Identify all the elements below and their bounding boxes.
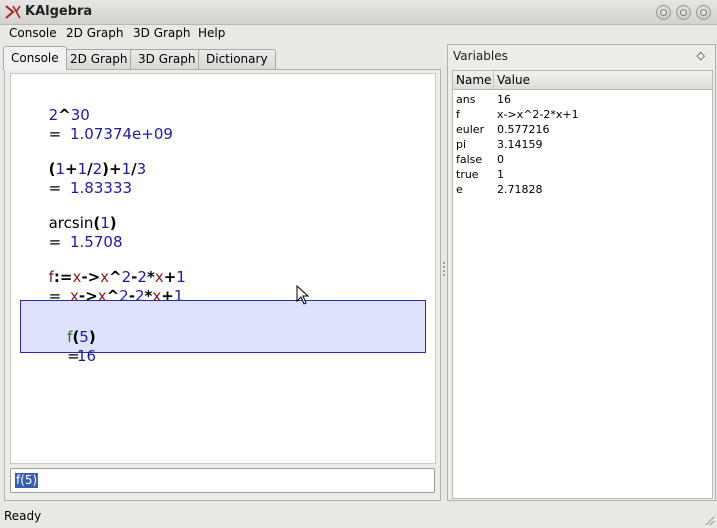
variables-table[interactable]: Name Value ans 16 f x->x^2-2*x+1 euler 0.57… [452, 70, 713, 499]
console-view[interactable]: 2^30 = 1.07374e+09 (1+1/2)+1/3 = 1.83333 a… [10, 73, 436, 464]
table-row[interactable]: f x->x^2-2*x+1 [453, 107, 712, 122]
mouse-cursor-icon [296, 285, 310, 305]
console-panel: 2^30 = 1.07374e+09 (1+1/2)+1/3 = 1.83333 a… [4, 69, 441, 501]
menu-3d-graph[interactable]: 3D Graph [133, 26, 191, 40]
expression-input[interactable]: f(5) [10, 468, 435, 493]
table-row[interactable]: true 1 [453, 167, 712, 182]
close-button[interactable] [696, 5, 711, 20]
tab-dictionary[interactable]: Dictionary [198, 49, 276, 69]
minimize-button[interactable] [656, 5, 671, 20]
maximize-button[interactable] [676, 5, 691, 20]
minimize-icon [660, 9, 667, 16]
menu-help[interactable]: Help [198, 26, 225, 40]
kalgebra-app-icon [5, 5, 21, 19]
table-row[interactable]: pi 3.14159 [453, 137, 712, 152]
title-bar[interactable]: KAlgebra [0, 0, 717, 25]
table-row[interactable]: e 2.71828 [453, 182, 712, 197]
window-title: KAlgebra [25, 4, 93, 19]
close-icon [700, 9, 707, 16]
variables-dock-title: Variables [453, 49, 508, 63]
expression-input-value: f(5) [15, 473, 39, 488]
maximize-icon [680, 9, 687, 16]
status-bar: Ready [0, 506, 717, 528]
menu-console[interactable]: Console [9, 26, 57, 40]
tab-2d-graph[interactable]: 2D Graph [62, 49, 136, 69]
menu-bar: Console 2D Graph 3D Graph Help [0, 25, 717, 44]
console-result-5: = 16 [67, 347, 97, 365]
resize-grip-icon[interactable] [705, 516, 715, 526]
tab-3d-graph[interactable]: 3D Graph [130, 49, 204, 69]
column-header-value[interactable]: Value [497, 73, 530, 87]
menu-2d-graph[interactable]: 2D Graph [66, 26, 124, 40]
table-row[interactable]: euler 0.577216 [453, 122, 712, 137]
column-header-name[interactable]: Name [456, 73, 491, 87]
status-text: Ready [4, 509, 42, 523]
table-row[interactable]: false 0 [453, 152, 712, 167]
variables-table-header: Name Value [453, 71, 712, 90]
tab-console[interactable]: Console [3, 46, 67, 70]
table-row[interactable]: ans 16 [453, 92, 712, 107]
variables-dock: Variables ◇ Name Value ans 16 f x->x^2-2*x… [447, 44, 716, 501]
console-selected-entry[interactable]: f(5) = 16 [20, 300, 426, 365]
panel-splitter[interactable] [443, 260, 446, 280]
dock-float-icon[interactable]: ◇ [697, 49, 705, 62]
